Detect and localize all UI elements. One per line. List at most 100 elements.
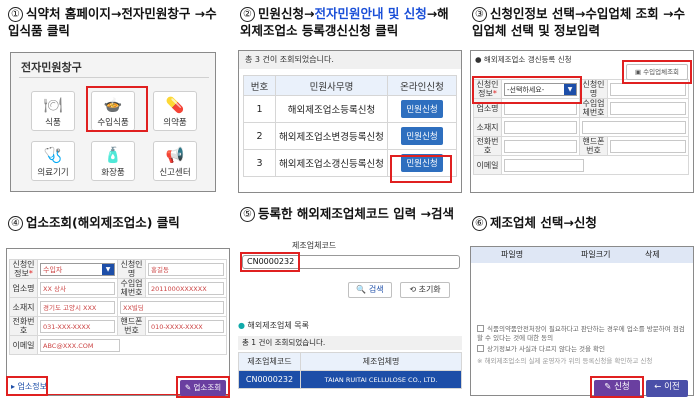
applicant-select-cell: 수입자 ▼ <box>37 259 118 279</box>
col-manufacturer-name: 제조업체명 <box>300 352 462 371</box>
mobile-cell <box>607 136 689 156</box>
company-input[interactable]: XX 상사 <box>40 281 115 295</box>
consent-text-2: 상기정보가 사실과 다르지 않다는 것을 확인 <box>487 345 605 353</box>
table-row[interactable]: CN0000232 TAIAN RUITAI CELLULOSE CO., LT… <box>238 370 462 389</box>
applicant-name-label: 신청인명 <box>579 79 608 99</box>
checkbox[interactable] <box>477 345 484 352</box>
email-input[interactable] <box>504 158 584 172</box>
mobile-input[interactable]: 010-XXXX-XXXX <box>148 319 224 333</box>
prev-button[interactable]: ← 이전 <box>646 380 688 397</box>
medicine-button[interactable]: 💊 의약품 <box>153 91 197 131</box>
applicant-select-value: 수입자 <box>43 265 63 274</box>
phone-label: 전화번호 <box>9 316 38 336</box>
company-no-label: 수입업체번호 <box>579 98 608 118</box>
step4-number: ④ <box>8 216 23 231</box>
step2-number: ② <box>240 7 255 22</box>
step1-highlight <box>86 86 148 132</box>
search-button[interactable]: 🔍 검색 <box>348 282 392 298</box>
step3-caption: ③ 신청인정보 선택→수입업체 조회 →수입업체 선택 및 정보입력 <box>468 2 694 48</box>
panel1-title: 전자민원창구 <box>21 61 82 74</box>
company-no-input[interactable]: 2011000XXXXXX <box>148 281 224 295</box>
col-online-apply: 온라인신청 <box>387 75 457 96</box>
address2-input[interactable] <box>582 120 686 134</box>
col-manufacturer-code: 제조업체코드 <box>238 352 301 371</box>
manufacturer-code-cell[interactable]: CN0000232 <box>238 370 301 389</box>
step6-text: 제조업체 선택→신청 <box>490 215 597 230</box>
applicant-select[interactable]: 수입자 ▼ <box>40 262 115 276</box>
attachment-header: 파일명 파일크기 삭제 <box>471 247 693 263</box>
col-file-name: 파일명 <box>501 250 524 259</box>
company-form: 신청인정보* 수입자 ▼ 신청인명 홍길동 업소명 XX 상사 수입업체번호 20… <box>9 259 227 355</box>
company-no-cell: 2011000XXXXXX <box>145 278 227 298</box>
step4-caption: ④ 업소조회(해외제조업소) 클릭 <box>4 202 230 248</box>
apply-button-2[interactable]: 민원신청 <box>401 127 443 145</box>
food-icon: 🍽 <box>43 96 63 114</box>
step6-highlight <box>590 376 644 398</box>
step6-caption: ⑥ 제조업체 선택→신청 <box>468 202 694 248</box>
medical-device-button[interactable]: 🩺 의료기기 <box>31 141 75 181</box>
address-label: 소재지 <box>473 117 502 137</box>
applicant-name-input[interactable] <box>610 82 686 96</box>
address-input[interactable]: 경기도 고양시 XXX <box>40 300 115 314</box>
consent-check-2[interactable]: 상기정보가 사실과 다르지 않다는 것을 확인 <box>477 345 687 354</box>
step2-text-pre: 민원신청→ <box>258 6 315 21</box>
manufacturer-code-label: 제조업체코드 <box>292 241 337 250</box>
checkbox[interactable] <box>477 325 484 332</box>
address2-cell: XX빌딩 <box>117 297 227 317</box>
food-button[interactable]: 🍽 식품 <box>31 91 75 131</box>
step3-highlight-lookup <box>622 60 692 84</box>
cosmetics-button[interactable]: 🧴 화장품 <box>91 141 135 181</box>
row-service-name: 해외제조업소변경등록신청 <box>275 122 388 150</box>
step1-text: 식약처 홈페이지→전자민원창구 →수입식품 클릭 <box>8 6 217 38</box>
company-no-input[interactable] <box>610 101 686 115</box>
address2-cell <box>579 117 689 137</box>
manufacturer-result-count: 총 1 건이 조회되었습니다. <box>238 336 462 350</box>
arrow-left-icon: ← <box>654 382 665 392</box>
email-input[interactable]: ABC@XXX.COM <box>40 338 120 352</box>
phone-input[interactable]: 031-XXX-XXXX <box>40 319 115 333</box>
step5-text: 등록한 해외제조업체코드 입력 →검색 <box>258 206 455 221</box>
row-number: 3 <box>243 149 276 177</box>
phone-cell: 031-XXX-XXXX <box>37 316 118 336</box>
row-apply-cell: 민원신청 <box>387 95 457 123</box>
company-info-panel: 신청인정보* 수입자 ▼ 신청인명 홍길동 업소명 XX 상사 수입업체번호 20… <box>6 248 230 396</box>
report-center-button[interactable]: 📢 신고센터 <box>153 141 197 181</box>
address-cell: 경기도 고양시 XXX <box>37 297 118 317</box>
mobile-input[interactable] <box>610 139 686 153</box>
cosmetics-label: 화장품 <box>101 168 125 178</box>
apply-button-1[interactable]: 민원신청 <box>401 100 443 118</box>
step5-highlight-code <box>240 252 300 272</box>
row-apply-cell: 민원신청 <box>387 122 457 150</box>
report-center-label: 신고센터 <box>159 168 191 178</box>
mobile-label: 핸드폰번호 <box>579 136 608 156</box>
mobile-cell: 010-XXXX-XXXX <box>145 316 227 336</box>
step3-text: 신청인정보 선택→수입업체 조회 →수입업체 선택 및 정보입력 <box>472 6 686 38</box>
medical-device-label: 의료기기 <box>37 168 69 178</box>
phone-input[interactable] <box>504 139 577 153</box>
step4-highlight-section <box>6 376 48 396</box>
medicine-label: 의약품 <box>163 118 187 128</box>
chevron-down-icon: ▼ <box>102 263 114 275</box>
bullet-icon: ● <box>238 321 248 330</box>
manufacturer-name-cell[interactable]: TAIAN RUITAI CELLULOSE CO., LTD. <box>300 370 462 389</box>
applicant-label-cell: 신청인정보* <box>9 259 38 279</box>
col-delete: 삭제 <box>645 250 660 259</box>
report-center-icon: 📢 <box>165 146 185 164</box>
consent-check-1[interactable]: 식품의약품안전처장이 필요하다고 판단하는 경우에 업소를 방문하여 점검할 수… <box>477 325 687 343</box>
reset-button[interactable]: ⟲ 초기화 <box>400 282 450 298</box>
address-label: 소재지 <box>9 297 38 317</box>
cosmetics-icon: 🧴 <box>103 146 123 164</box>
refresh-icon: ⟲ <box>409 285 419 294</box>
medical-device-icon: 🩺 <box>43 146 63 164</box>
address-cell <box>501 117 580 137</box>
food-label: 식품 <box>45 118 61 128</box>
email-cell <box>501 155 689 175</box>
company-no-cell <box>607 98 689 118</box>
col-service-name: 민원사무명 <box>275 75 388 96</box>
search-label: 검색 <box>368 285 384 294</box>
address-input[interactable] <box>504 120 577 134</box>
applicant-name-label: 신청인명 <box>117 259 146 279</box>
applicant-name-input[interactable]: 홍길동 <box>148 262 224 276</box>
address2-input[interactable]: XX빌딩 <box>120 300 224 314</box>
table-row: 2 해외제조업소변경등록신청 민원신청 <box>243 122 457 150</box>
